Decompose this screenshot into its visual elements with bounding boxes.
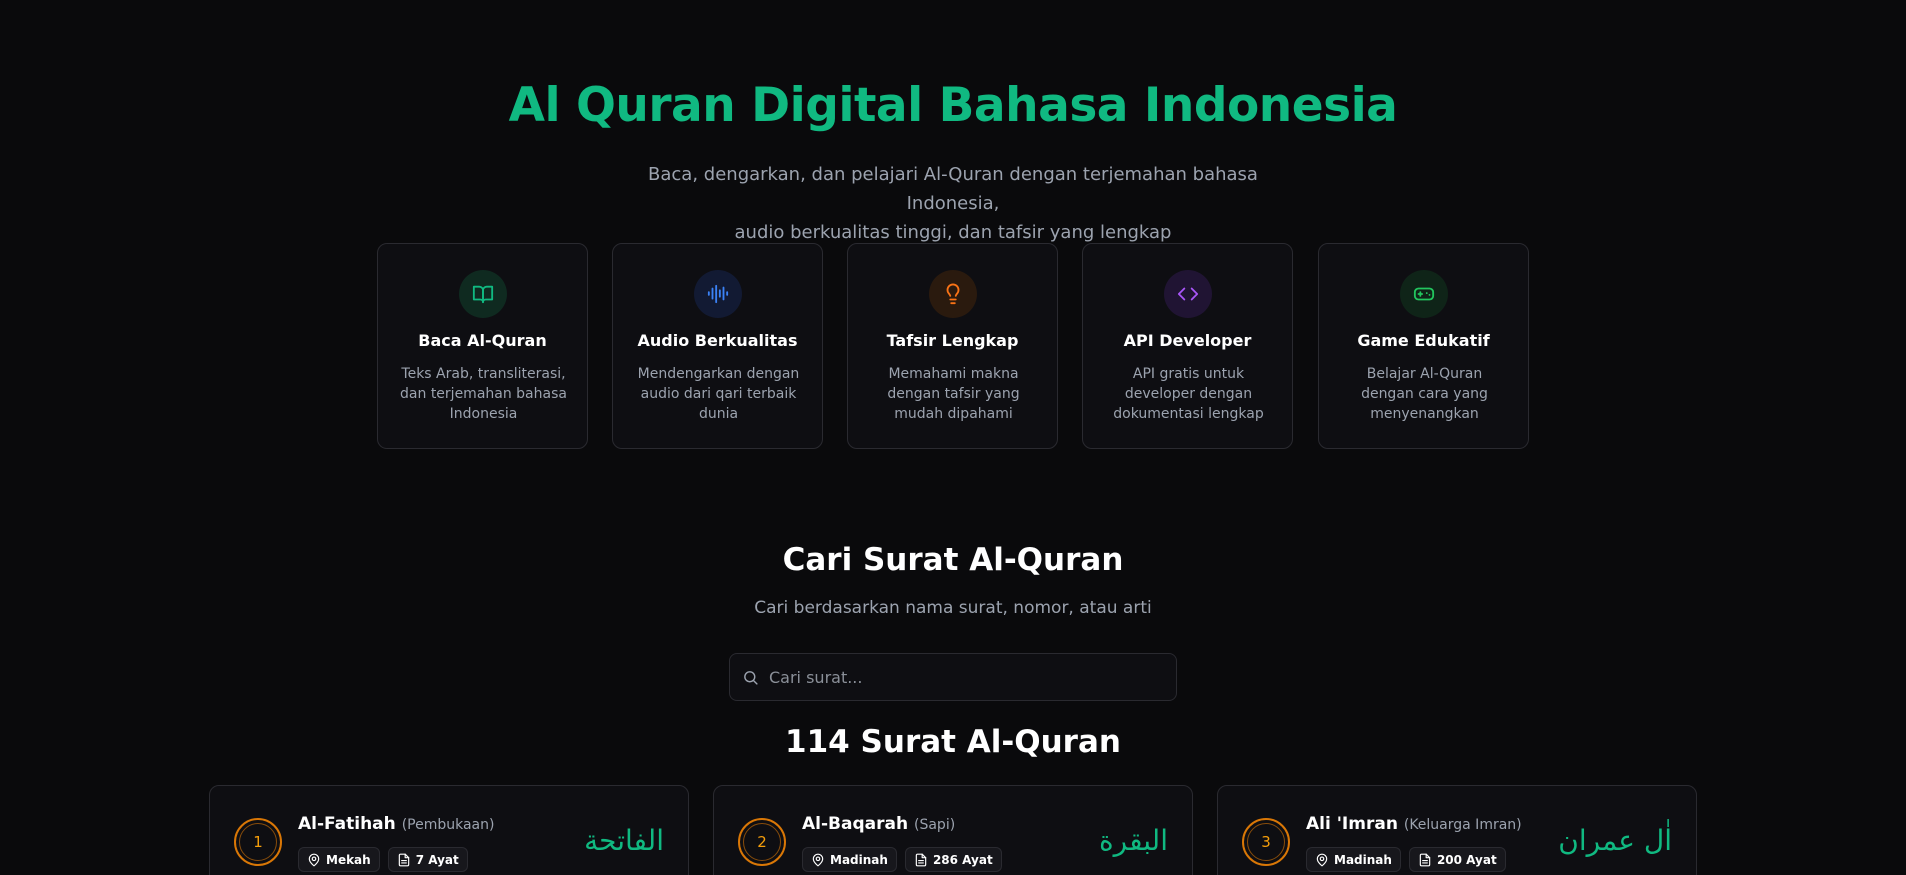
feature-description: Teks Arab, transliterasi, dan terjemahan… — [400, 366, 567, 422]
feature-card-audio: Audio Berkualitas Mendengarkan dengan au… — [612, 243, 823, 449]
surah-arabic-name: اٰل عمران — [1558, 824, 1672, 857]
surah-translation: (Sapi) — [914, 817, 956, 833]
surah-name: Al-Baqarah — [802, 814, 909, 834]
surah-number: 2 — [757, 833, 767, 851]
page: Al Quran Digital Bahasa Indonesia Baca, … — [0, 0, 1906, 875]
surah-number-badge: 1 — [234, 818, 282, 866]
surah-place-tag: Mekah — [298, 847, 380, 872]
surah-place: Mekah — [326, 852, 371, 867]
surah-name: Al-Fatihah — [298, 814, 396, 834]
surah-title: Al-Baqarah (Sapi) — [802, 814, 955, 834]
surah-card-1[interactable]: 1 Al-Fatihah (Pembukaan) Mekah 7 Ayat ال… — [209, 785, 689, 875]
feature-title: Baca Al-Quran — [418, 331, 547, 350]
surah-ayat-tag: 7 Ayat — [387, 847, 468, 872]
search-box[interactable] — [729, 653, 1177, 701]
surah-number-badge: 2 — [738, 818, 786, 866]
feature-card-api: API Developer API gratis untuk developer… — [1082, 243, 1293, 449]
surah-arabic-name: البقرة — [1098, 824, 1168, 857]
surah-ayat-tag: 200 Ayat — [1408, 847, 1506, 872]
surah-arabic-name: الفاتحة — [584, 824, 664, 857]
surah-ayat-count: 200 Ayat — [1436, 852, 1497, 867]
feature-title: Audio Berkualitas — [637, 331, 798, 350]
map-pin-icon — [1316, 853, 1328, 866]
hero-title: Al Quran Digital Bahasa Indonesia — [508, 78, 1398, 133]
search-input[interactable] — [769, 667, 1149, 687]
surah-card-3[interactable]: 3 Ali 'Imran (Keluarga Imran) Madinah 20… — [1217, 785, 1697, 875]
surah-place: Madinah — [1334, 852, 1392, 867]
audio-lines-icon — [694, 270, 742, 318]
feature-description: Belajar Al-Quran dengan cara yang menyen… — [1361, 366, 1488, 422]
search-section-title: Cari Surat Al-Quran — [782, 542, 1124, 578]
surah-tags: Mekah 7 Ayat — [298, 847, 468, 872]
surah-number: 1 — [253, 833, 263, 851]
feature-description: Memahami makna dengan tafsir yang mudah … — [887, 366, 1020, 422]
code-icon — [1164, 270, 1212, 318]
surah-place-tag: Madinah — [1306, 847, 1401, 872]
feature-title: API Developer — [1123, 331, 1252, 350]
surah-translation: (Pembukaan) — [401, 817, 495, 833]
surah-ayat-tag: 286 Ayat — [904, 847, 1002, 872]
surah-ayat-count: 286 Ayat — [932, 852, 993, 867]
feature-grid: Baca Al-Quran Teks Arab, transliterasi, … — [377, 243, 1529, 449]
feature-card-game: Game Edukatif Belajar Al-Quran dengan ca… — [1318, 243, 1529, 449]
feature-description: Mendengarkan dengan audio dari qari terb… — [637, 366, 800, 422]
search-section-subtitle: Cari berdasarkan nama surat, nomor, atau… — [754, 598, 1152, 618]
surah-tags: Madinah 200 Ayat — [1306, 847, 1506, 872]
surah-tags: Madinah 286 Ayat — [802, 847, 1002, 872]
surah-place: Madinah — [830, 852, 888, 867]
surah-title: Al-Fatihah (Pembukaan) — [298, 814, 494, 834]
surah-translation: (Keluarga Imran) — [1403, 817, 1522, 833]
gamepad-icon — [1400, 270, 1448, 318]
surah-name: Ali 'Imran — [1306, 814, 1398, 834]
surah-place-tag: Madinah — [802, 847, 897, 872]
surah-title: Ali 'Imran (Keluarga Imran) — [1306, 814, 1522, 834]
surah-ayat-count: 7 Ayat — [415, 852, 459, 867]
feature-description: API gratis untuk developer dengan dokume… — [1113, 366, 1264, 422]
feature-card-baca: Baca Al-Quran Teks Arab, transliterasi, … — [377, 243, 588, 449]
hero-subtitle: Baca, dengarkan, dan pelajari Al-Quran d… — [603, 160, 1303, 247]
surah-number: 3 — [1261, 833, 1271, 851]
file-text-icon — [1419, 853, 1431, 866]
surah-number-badge: 3 — [1242, 818, 1290, 866]
file-text-icon — [915, 853, 927, 866]
surah-list-title: 114 Surat Al-Quran — [785, 724, 1121, 760]
surah-card-2[interactable]: 2 Al-Baqarah (Sapi) Madinah 286 Ayat الب… — [713, 785, 1193, 875]
search-icon — [744, 670, 758, 685]
book-open-icon — [459, 270, 507, 318]
feature-card-tafsir: Tafsir Lengkap Memahami makna dengan taf… — [847, 243, 1058, 449]
feature-title: Game Edukatif — [1357, 331, 1490, 350]
map-pin-icon — [812, 853, 824, 866]
hero-subtitle-line-1: Baca, dengarkan, dan pelajari Al-Quran d… — [648, 164, 1258, 214]
map-pin-icon — [308, 853, 320, 866]
lightbulb-icon — [929, 270, 977, 318]
feature-title: Tafsir Lengkap — [886, 331, 1019, 350]
file-text-icon — [398, 853, 409, 866]
